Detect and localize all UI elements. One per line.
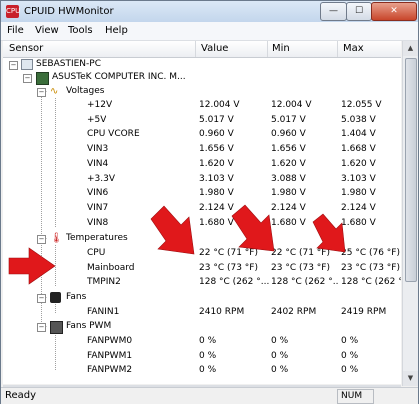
red-arrow-icon (8, 247, 56, 285)
red-arrow-icon (231, 204, 275, 252)
annotation-layer (8, 204, 346, 285)
hwmonitor-window: CPU CPUID HWMonitor — ☐ ✕ File View Tool… (0, 0, 419, 404)
red-arrow-icon (312, 213, 346, 253)
red-arrow-icon (150, 205, 195, 255)
